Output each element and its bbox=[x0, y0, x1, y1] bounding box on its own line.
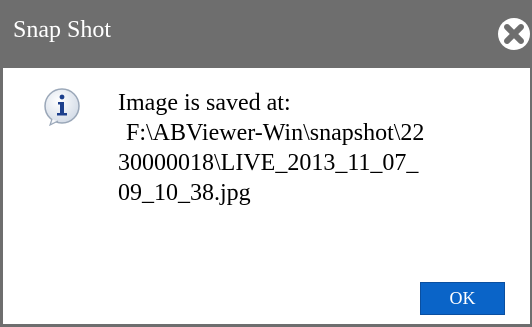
message-heading: Image is saved at: bbox=[118, 90, 291, 116]
path-line-3: 09_10_38.jpg bbox=[118, 180, 251, 206]
close-icon[interactable] bbox=[496, 16, 530, 52]
snapshot-dialog: Snap Shot Image is saved at: F:\ABViewer… bbox=[0, 0, 532, 327]
dialog-title: Snap Shot bbox=[13, 17, 112, 43]
message-text: Image is saved at: F:\ABViewer-Win\snaps… bbox=[118, 88, 518, 208]
path-line-1: F:\ABViewer-Win\snapshot\22 bbox=[126, 120, 425, 146]
ok-button[interactable]: OK bbox=[420, 282, 505, 315]
path-line-2: 30000018\LIVE_2013_11_07_ bbox=[118, 150, 419, 176]
dialog-titlebar[interactable]: Snap Shot bbox=[3, 0, 530, 68]
info-icon bbox=[42, 86, 82, 127]
